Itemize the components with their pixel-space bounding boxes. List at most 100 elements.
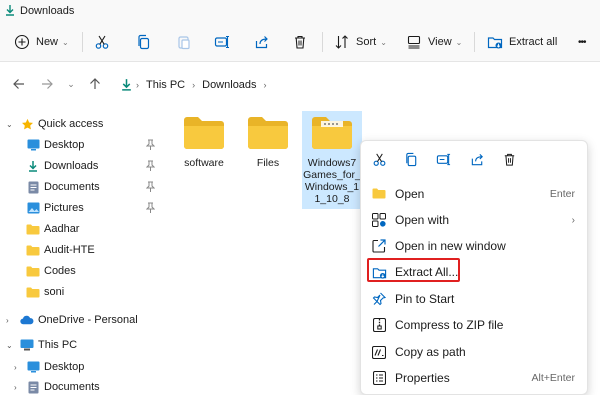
pin-icon — [145, 139, 156, 153]
sidebar-item-soni[interactable]: soni — [0, 282, 170, 302]
sidebar-item-quick-access[interactable]: ⌄ Quick access — [0, 114, 170, 134]
chevron-right-icon: › — [14, 362, 17, 372]
file-name: software — [184, 157, 224, 169]
new-button[interactable]: New ⌄ — [14, 22, 69, 62]
cut-action[interactable] — [369, 149, 389, 169]
location-icon-slot — [117, 74, 135, 94]
sort-label: Sort — [356, 36, 377, 48]
star-icon — [20, 117, 34, 131]
sidebar-item-pictures[interactable]: Pictures — [0, 198, 170, 218]
trash-icon — [295, 35, 305, 49]
file-name-line: Windows_1 — [304, 181, 360, 193]
cut-button[interactable] — [94, 22, 110, 62]
recent-dropdown-button[interactable]: ⌄ — [62, 74, 80, 94]
file-item-files[interactable]: Files — [238, 116, 298, 169]
up-button[interactable] — [86, 74, 104, 94]
menu-item-shortcut: Enter — [549, 188, 575, 200]
rename-button[interactable] — [214, 22, 230, 62]
new-label: New — [36, 36, 59, 48]
plus-circle-icon — [14, 34, 30, 50]
context-quick-actions — [361, 141, 589, 179]
download-arrow-icon — [4, 4, 16, 19]
menu-item-label: Open in new window — [395, 239, 506, 253]
sidebar-item-label: Documents — [44, 381, 100, 393]
scissors-icon — [373, 153, 385, 166]
zip-icon — [371, 317, 387, 333]
paste-button[interactable] — [176, 22, 192, 62]
file-name-line: Windows7 — [307, 157, 357, 169]
folder-icon — [26, 243, 40, 257]
desktop-icon — [26, 360, 40, 374]
menu-item-label: Pin to Start — [395, 292, 455, 306]
breadcrumb-downloads[interactable]: Downloads — [202, 79, 256, 91]
breadcrumb-this-pc[interactable]: This PC — [146, 79, 185, 91]
copy-icon — [405, 152, 416, 166]
pictures-icon — [26, 201, 40, 215]
menu-item-open[interactable]: Open Enter — [361, 181, 589, 207]
view-button[interactable]: View ⌄ — [406, 22, 462, 62]
share-icon — [255, 36, 268, 49]
sidebar-item-codes[interactable]: Codes — [0, 261, 170, 281]
sidebar-item-label: OneDrive - Personal — [38, 314, 138, 326]
pin-icon — [145, 202, 156, 216]
extract-all-button[interactable]: Extract all — [487, 22, 557, 62]
copy-button[interactable] — [136, 22, 152, 62]
extract-icon — [487, 37, 503, 49]
back-button[interactable] — [10, 74, 28, 94]
menu-item-pin-to-start[interactable]: Pin to Start — [361, 286, 589, 312]
paste-icon — [178, 36, 190, 50]
sidebar-item-pc-documents[interactable]: › Documents — [0, 377, 170, 395]
pin-icon — [145, 160, 156, 174]
arrow-left-icon — [13, 79, 24, 89]
sidebar-item-aadhar[interactable]: Aadhar — [0, 219, 170, 239]
sidebar-item-label: Downloads — [44, 160, 99, 172]
arrow-up-icon — [90, 78, 100, 89]
delete-action[interactable] — [499, 149, 519, 169]
menu-item-properties[interactable]: Properties Alt+Enter — [361, 365, 589, 391]
menu-item-label: Compress to ZIP file — [395, 318, 504, 332]
folder-icon — [26, 222, 40, 236]
desktop-icon — [26, 138, 40, 152]
title-bar: Downloads — [0, 0, 600, 22]
file-item-zip[interactable]: Windows7 Games_for_ Windows_1 1_10_8 — [302, 111, 362, 209]
sidebar-item-pc-desktop[interactable]: › Desktop — [0, 357, 170, 377]
open-with-icon — [371, 212, 387, 228]
share-button[interactable] — [254, 22, 270, 62]
sidebar-item-label: Aadhar — [44, 223, 80, 235]
download-arrow-icon — [121, 78, 131, 91]
sidebar-item-this-pc[interactable]: ⌄ This PC — [0, 335, 170, 355]
more-options-button[interactable]: ••• — [578, 22, 586, 62]
sidebar-item-audit-hte[interactable]: Audit-HTE — [0, 240, 170, 260]
sidebar-item-desktop[interactable]: Desktop — [0, 135, 170, 155]
delete-button[interactable] — [292, 22, 308, 62]
sidebar-item-label: This PC — [38, 339, 78, 351]
menu-item-open-new-window[interactable]: Open in new window — [361, 233, 589, 259]
rename-action[interactable] — [433, 149, 453, 169]
sidebar-item-documents[interactable]: Documents — [0, 177, 170, 197]
chevron-right-icon: › — [136, 80, 139, 90]
file-name-line: 1_10_8 — [314, 193, 350, 205]
properties-icon — [371, 370, 387, 386]
file-item-software[interactable]: software — [174, 116, 234, 169]
forward-button[interactable] — [38, 74, 56, 94]
command-bar: New ⌄ Sort ⌄ View ⌄ Extract all ••• — [0, 22, 600, 62]
folder-icon — [26, 264, 40, 278]
window-title: Downloads — [20, 5, 75, 17]
menu-item-copy-as-path[interactable]: Copy as path — [361, 339, 589, 365]
sidebar-item-label: Desktop — [44, 361, 85, 373]
chevron-down-icon: ⌄ — [67, 78, 75, 89]
sidebar-item-downloads[interactable]: Downloads — [0, 156, 170, 176]
folder-icon — [26, 285, 40, 299]
menu-item-compress-zip[interactable]: Compress to ZIP file — [361, 312, 589, 338]
sidebar-item-label: Audit-HTE — [44, 244, 95, 256]
menu-item-open-with[interactable]: Open with › — [361, 207, 589, 233]
sidebar-item-onedrive[interactable]: › OneDrive - Personal — [0, 310, 170, 330]
sort-button[interactable]: Sort ⌄ — [334, 22, 387, 62]
share-action[interactable] — [467, 149, 487, 169]
file-name: Windows7 Games_for_ Windows_1 1_10_8 — [303, 157, 361, 205]
toolbar-divider — [322, 32, 323, 52]
chevron-right-icon: › — [14, 382, 17, 392]
copy-action[interactable] — [401, 149, 421, 169]
pin-icon — [145, 181, 156, 195]
view-label: View — [428, 36, 452, 48]
